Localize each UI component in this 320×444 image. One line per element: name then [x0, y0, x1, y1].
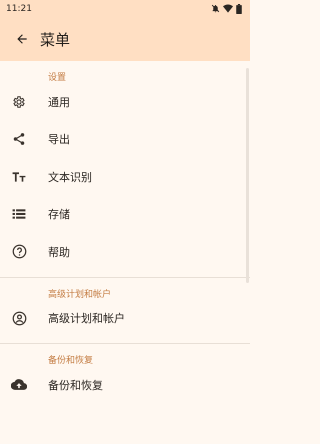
- menu-item-help[interactable]: 帮助: [0, 233, 250, 271]
- menu-item-label: 导出: [48, 133, 70, 147]
- menu-item-label: 备份和恢复: [48, 378, 103, 392]
- menu-item-label: 通用: [48, 95, 70, 109]
- battery-icon: [236, 3, 242, 14]
- text-format-icon: [11, 169, 27, 185]
- menu-item-label: 存储: [48, 208, 70, 222]
- section-header-settings: 设置: [48, 73, 67, 83]
- scrollbar[interactable]: [246, 68, 249, 283]
- menu-item-text-recognition[interactable]: 文本识别: [0, 158, 250, 196]
- gear-icon: [11, 94, 27, 110]
- menu-item-export[interactable]: 导出: [0, 121, 250, 159]
- wifi-icon: [223, 4, 233, 13]
- status-time: 11:21: [6, 3, 32, 14]
- menu-item-storage[interactable]: 存储: [0, 196, 250, 234]
- app-bar: 菜单: [0, 17, 250, 61]
- menu-item-label: 文本识别: [48, 170, 92, 184]
- menu-list: 设置 通用 导出 文本识别 存储 帮助 高级计划和帐户 高级计划和帐户 备份和恢…: [0, 61, 250, 444]
- help-icon: [11, 244, 27, 260]
- back-button[interactable]: [4, 17, 40, 61]
- menu-item-general[interactable]: 通用: [0, 83, 250, 121]
- page-title: 菜单: [40, 30, 71, 49]
- status-bar: 11:21: [0, 0, 250, 17]
- arrow-back-icon: [17, 34, 27, 44]
- cloud-upload-icon: [11, 377, 27, 393]
- notifications-off-icon: [211, 4, 220, 13]
- menu-item-label: 高级计划和帐户: [48, 312, 125, 326]
- account-icon: [11, 310, 27, 326]
- share-icon: [11, 131, 27, 147]
- section-header-premium: 高级计划和帐户: [48, 289, 112, 300]
- menu-item-label: 帮助: [48, 245, 70, 259]
- menu-item-premium-account[interactable]: 高级计划和帐户: [0, 300, 250, 338]
- list-icon: [11, 206, 27, 222]
- status-icons: [211, 3, 242, 14]
- menu-item-backup-restore[interactable]: 备份和恢复: [0, 366, 250, 404]
- section-header-backup: 备份和恢复: [48, 356, 94, 366]
